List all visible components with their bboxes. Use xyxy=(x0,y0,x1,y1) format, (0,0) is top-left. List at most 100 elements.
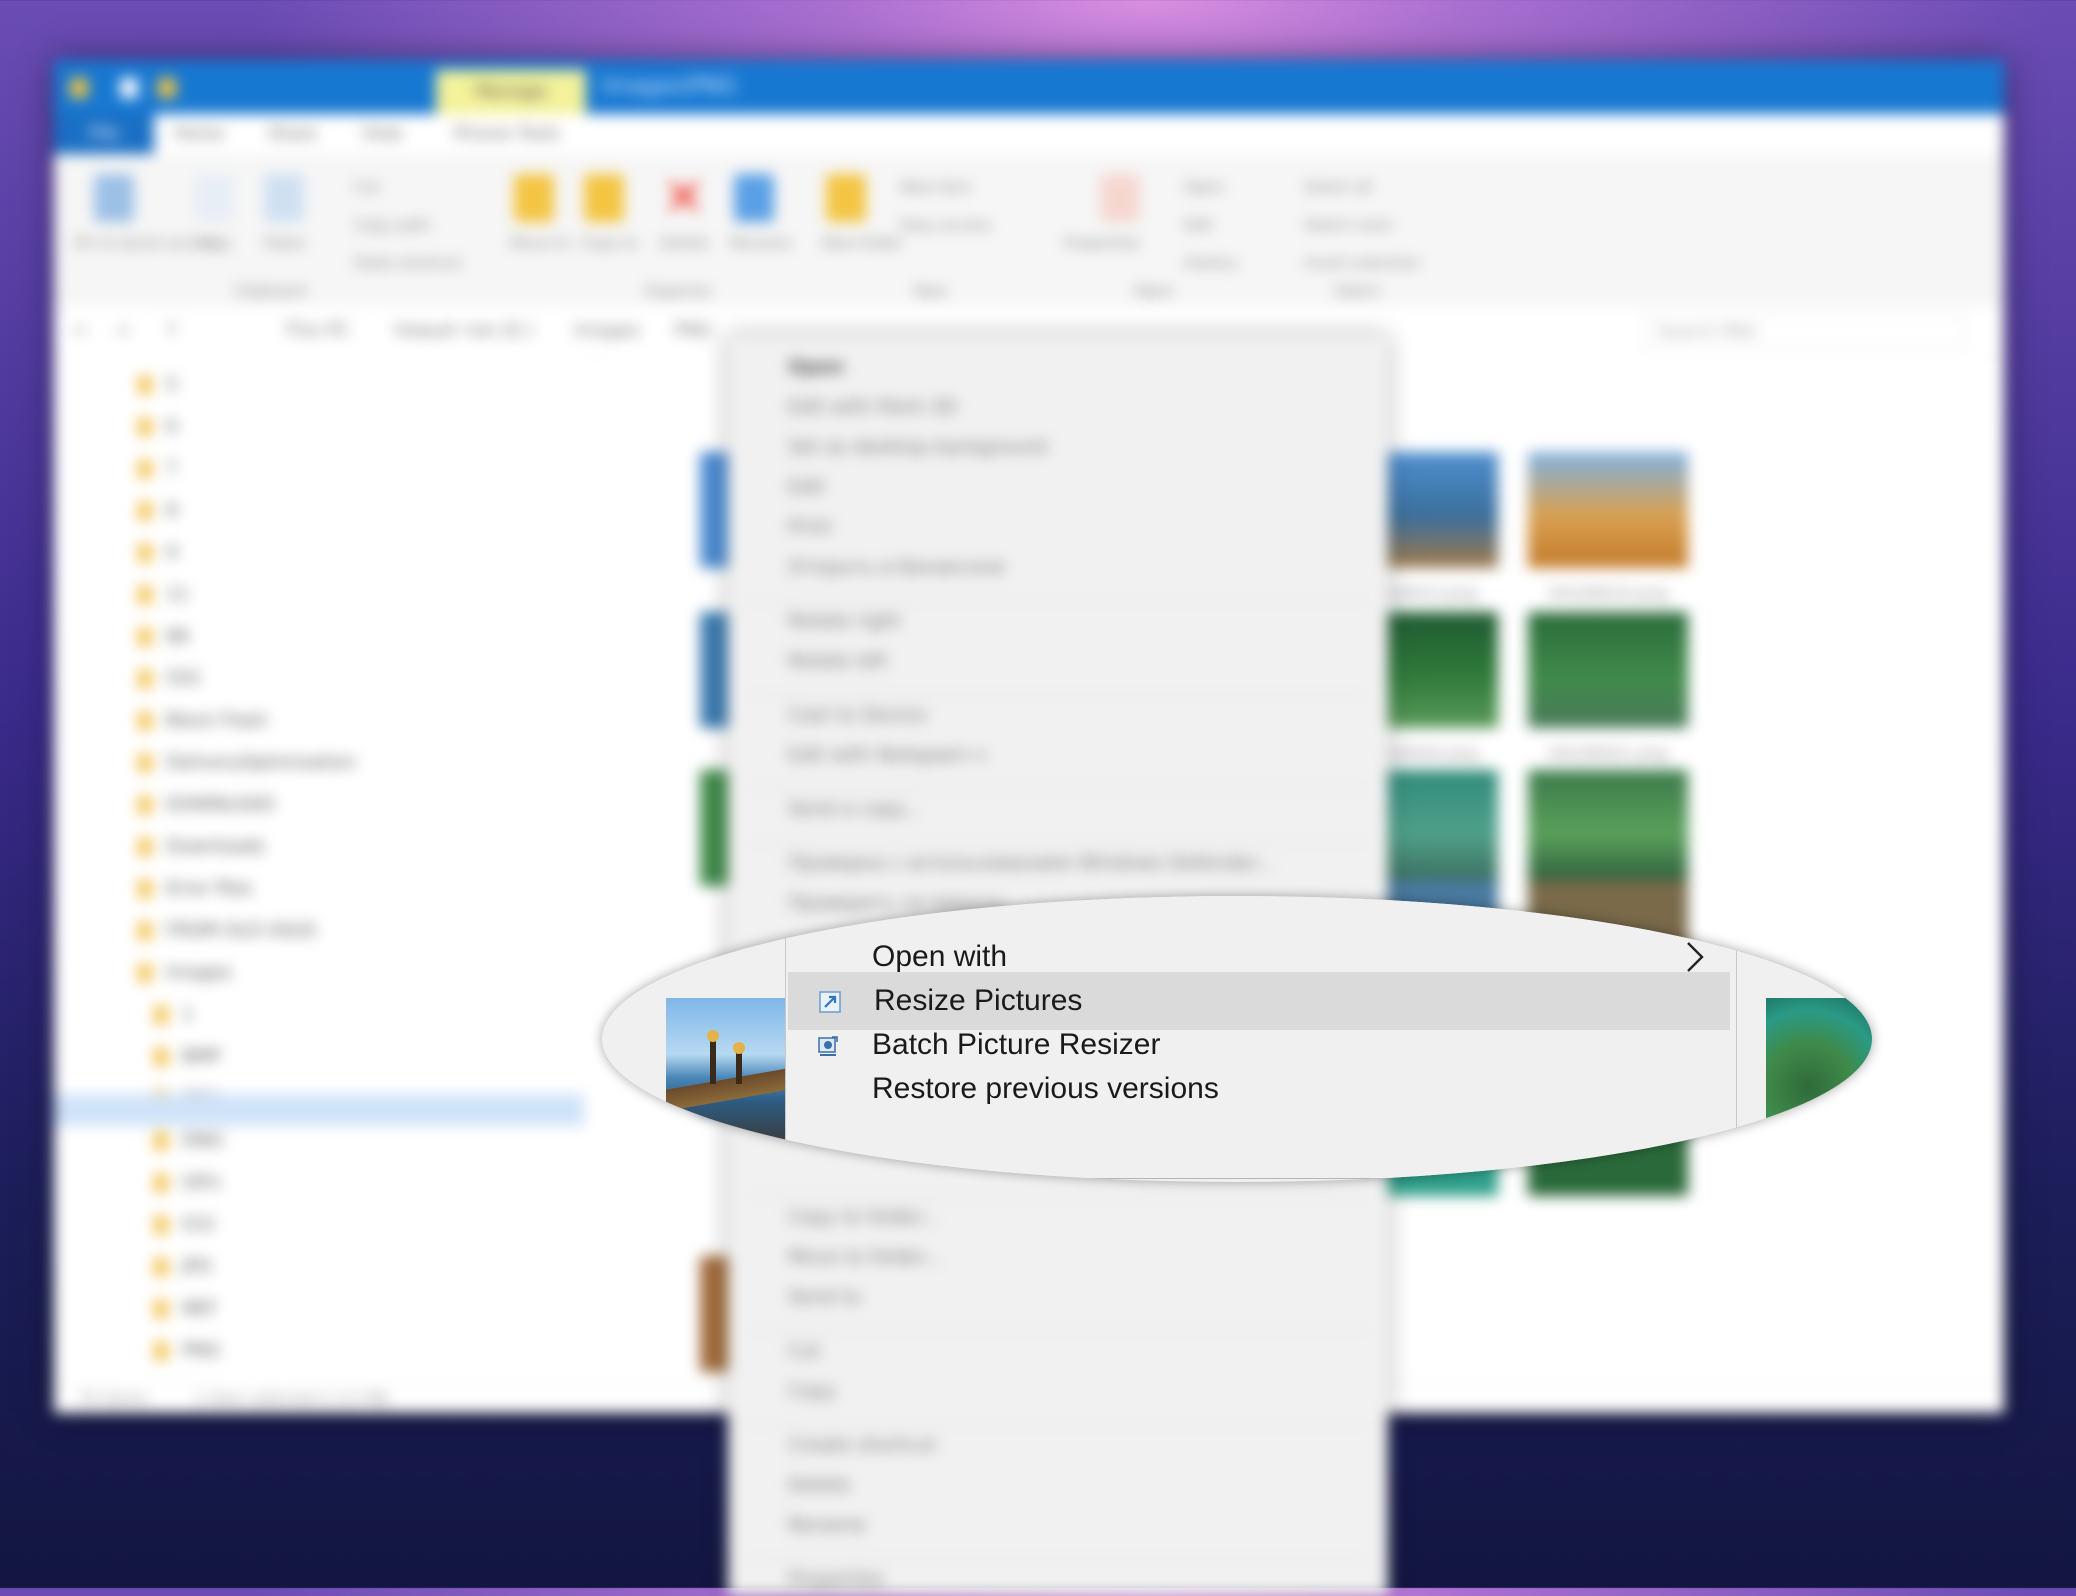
delete-icon[interactable]: ✕ xyxy=(662,172,706,224)
paste-label: Paste xyxy=(264,234,305,252)
menu-separator xyxy=(748,694,1368,695)
new-group-label: New xyxy=(914,282,947,300)
easy-access-label[interactable]: Easy access xyxy=(900,216,991,234)
tab-picture-tools[interactable]: Picture Tools xyxy=(454,114,560,154)
folder-icon xyxy=(138,838,152,856)
nav-tree-item[interactable]: Black Flash xyxy=(138,706,268,736)
history-label[interactable]: History xyxy=(1184,254,1237,272)
context-menu-item[interactable]: Print xyxy=(788,516,832,538)
nav-tree-label: 1 xyxy=(182,1004,194,1025)
context-menu-item[interactable]: Rename xyxy=(788,1514,866,1536)
pin-icon[interactable] xyxy=(94,174,134,222)
back-arrow-icon[interactable]: ← xyxy=(74,320,89,341)
context-menu-item[interactable]: Send to xyxy=(788,1286,861,1308)
nav-tree-item[interactable]: 555 xyxy=(138,664,200,694)
nav-tree-item[interactable]: 6 xyxy=(138,412,177,442)
nav-tree-item[interactable]: BMP xyxy=(154,1042,221,1072)
breadcrumb-png[interactable]: PNG xyxy=(674,320,712,341)
nav-tree-item[interactable]: FROM OLD ASUS xyxy=(138,916,316,946)
context-menu-item[interactable]: Rotate left xyxy=(788,650,887,672)
nav-tree-item[interactable]: DOWNLOAD xyxy=(138,790,275,820)
menu-item-restore-previous-versions[interactable]: Restore previous versions xyxy=(786,1060,1736,1118)
nav-tree-item[interactable]: 11 xyxy=(138,580,189,610)
edit-label[interactable]: Edit xyxy=(1184,216,1213,234)
paste-icon[interactable] xyxy=(264,174,304,222)
image-thumbnail[interactable] xyxy=(1528,770,1688,886)
context-menu-item[interactable]: Открыть в Бинаксоне xyxy=(788,556,1005,578)
delete-label: Delete xyxy=(660,234,710,252)
nav-tree-item[interactable]: 7 xyxy=(138,454,177,484)
manage-tab[interactable]: Manage xyxy=(436,70,586,114)
new-folder-icon[interactable] xyxy=(826,174,866,222)
context-menu-item[interactable]: Properties xyxy=(788,1568,884,1590)
nav-tree-item[interactable]: JPG xyxy=(154,1252,212,1282)
context-menu-item[interactable]: Проверка с использованием Windows Defend… xyxy=(788,852,1274,874)
copy-to-icon[interactable] xyxy=(584,174,624,222)
context-menu-item[interactable]: Cut xyxy=(788,1340,821,1362)
context-menu-item[interactable]: Copy xyxy=(788,1380,836,1402)
tab-view[interactable]: View xyxy=(362,114,402,154)
nav-tree-item[interactable]: DeliveryOptimization xyxy=(138,748,356,778)
nav-tree-item[interactable]: PNG xyxy=(154,1336,220,1366)
properties-check-icon[interactable] xyxy=(1100,174,1140,222)
context-menu-item[interactable]: Edit with Notepad++ xyxy=(788,744,990,766)
properties-icon[interactable] xyxy=(120,78,138,98)
tab-home[interactable]: Home xyxy=(174,114,224,154)
invert-selection-label[interactable]: Invert selection xyxy=(1304,254,1420,272)
context-menu-item[interactable]: Open xyxy=(788,356,844,378)
image-thumbnail[interactable] xyxy=(1528,452,1688,568)
tab-share[interactable]: Share xyxy=(268,114,317,154)
nav-tree-item[interactable]: Error files xyxy=(138,874,252,904)
nav-tree-item[interactable]: 9 xyxy=(138,538,177,568)
context-menu-item[interactable]: Move to folder... xyxy=(788,1246,942,1268)
search-input[interactable]: Search PNG xyxy=(1644,314,1964,348)
nav-tree-item[interactable]: 8 xyxy=(138,496,177,526)
select-all-label[interactable]: Select all xyxy=(1304,178,1373,196)
paste-shortcut-label[interactable]: Paste shortcut xyxy=(354,254,461,272)
context-menu-item[interactable]: Set as desktop background xyxy=(788,436,1047,458)
context-menu-item[interactable]: Copy to folder... xyxy=(788,1206,939,1228)
breadcrumb-drive[interactable]: Новый том (E:) xyxy=(394,320,533,341)
nav-tree-label: Images xyxy=(166,962,232,983)
menu-separator xyxy=(748,788,1368,789)
nav-tree-item[interactable]: 1 xyxy=(154,1000,193,1030)
nav-tree-item[interactable]: DNG xyxy=(154,1126,223,1156)
copy-path-label[interactable]: Copy path xyxy=(354,216,431,234)
context-menu-item[interactable]: Create shortcut xyxy=(788,1434,936,1456)
folder-icon xyxy=(138,880,152,898)
up-arrow-icon[interactable]: ↑ xyxy=(164,320,179,341)
context-menu-item[interactable]: Rotate right xyxy=(788,610,901,632)
nav-tree-item[interactable]: Downloads xyxy=(138,832,265,862)
menu-item-share[interactable]: Share xyxy=(786,896,1736,928)
nav-tree-item[interactable]: NEF xyxy=(154,1294,217,1324)
folder-icon xyxy=(138,670,152,688)
image-thumbnail[interactable] xyxy=(1528,612,1688,728)
context-menu-item[interactable]: Edit xyxy=(788,476,825,498)
context-menu-item[interactable]: Cast to Device xyxy=(788,704,926,726)
nav-tree-item[interactable]: 88 xyxy=(138,622,189,652)
tab-file[interactable]: File xyxy=(54,114,154,154)
ribbon: Pin to Quick access Copy Paste Cut Copy … xyxy=(54,154,2004,307)
nav-tree-item[interactable]: 5 xyxy=(138,370,177,400)
breadcrumb-images[interactable]: Images xyxy=(574,320,640,341)
breadcrumb-this-pc[interactable]: This PC xyxy=(284,320,350,341)
context-menu-item[interactable]: Delete xyxy=(788,1474,850,1496)
new-item-label[interactable]: New item xyxy=(900,178,971,196)
context-menu-item[interactable]: Edit with Paint 3D xyxy=(788,396,957,418)
forward-arrow-icon[interactable]: → xyxy=(114,320,129,341)
move-to-icon[interactable] xyxy=(514,174,554,222)
new-folder-icon[interactable] xyxy=(158,78,176,98)
nav-tree-item[interactable]: Images xyxy=(138,958,232,988)
zoom-lens: Share Open with Resize Pictures Batch Pi… xyxy=(602,896,1872,1182)
open-label[interactable]: Open xyxy=(1184,178,1224,196)
nav-tree-item[interactable]: GIFs xyxy=(154,1168,221,1198)
nav-tree-label: 5 xyxy=(166,374,178,395)
context-menu-item[interactable]: Send a copy... xyxy=(788,798,920,820)
cut-label[interactable]: Cut xyxy=(354,178,380,196)
select-none-label[interactable]: Select none xyxy=(1304,216,1392,234)
rename-icon[interactable] xyxy=(734,174,774,222)
nav-tree-label: Black Flash xyxy=(166,710,268,731)
nav-tree-item[interactable]: ICO xyxy=(154,1210,214,1240)
copy-icon[interactable] xyxy=(194,174,234,222)
nav-tree-label: NEF xyxy=(182,1298,218,1319)
